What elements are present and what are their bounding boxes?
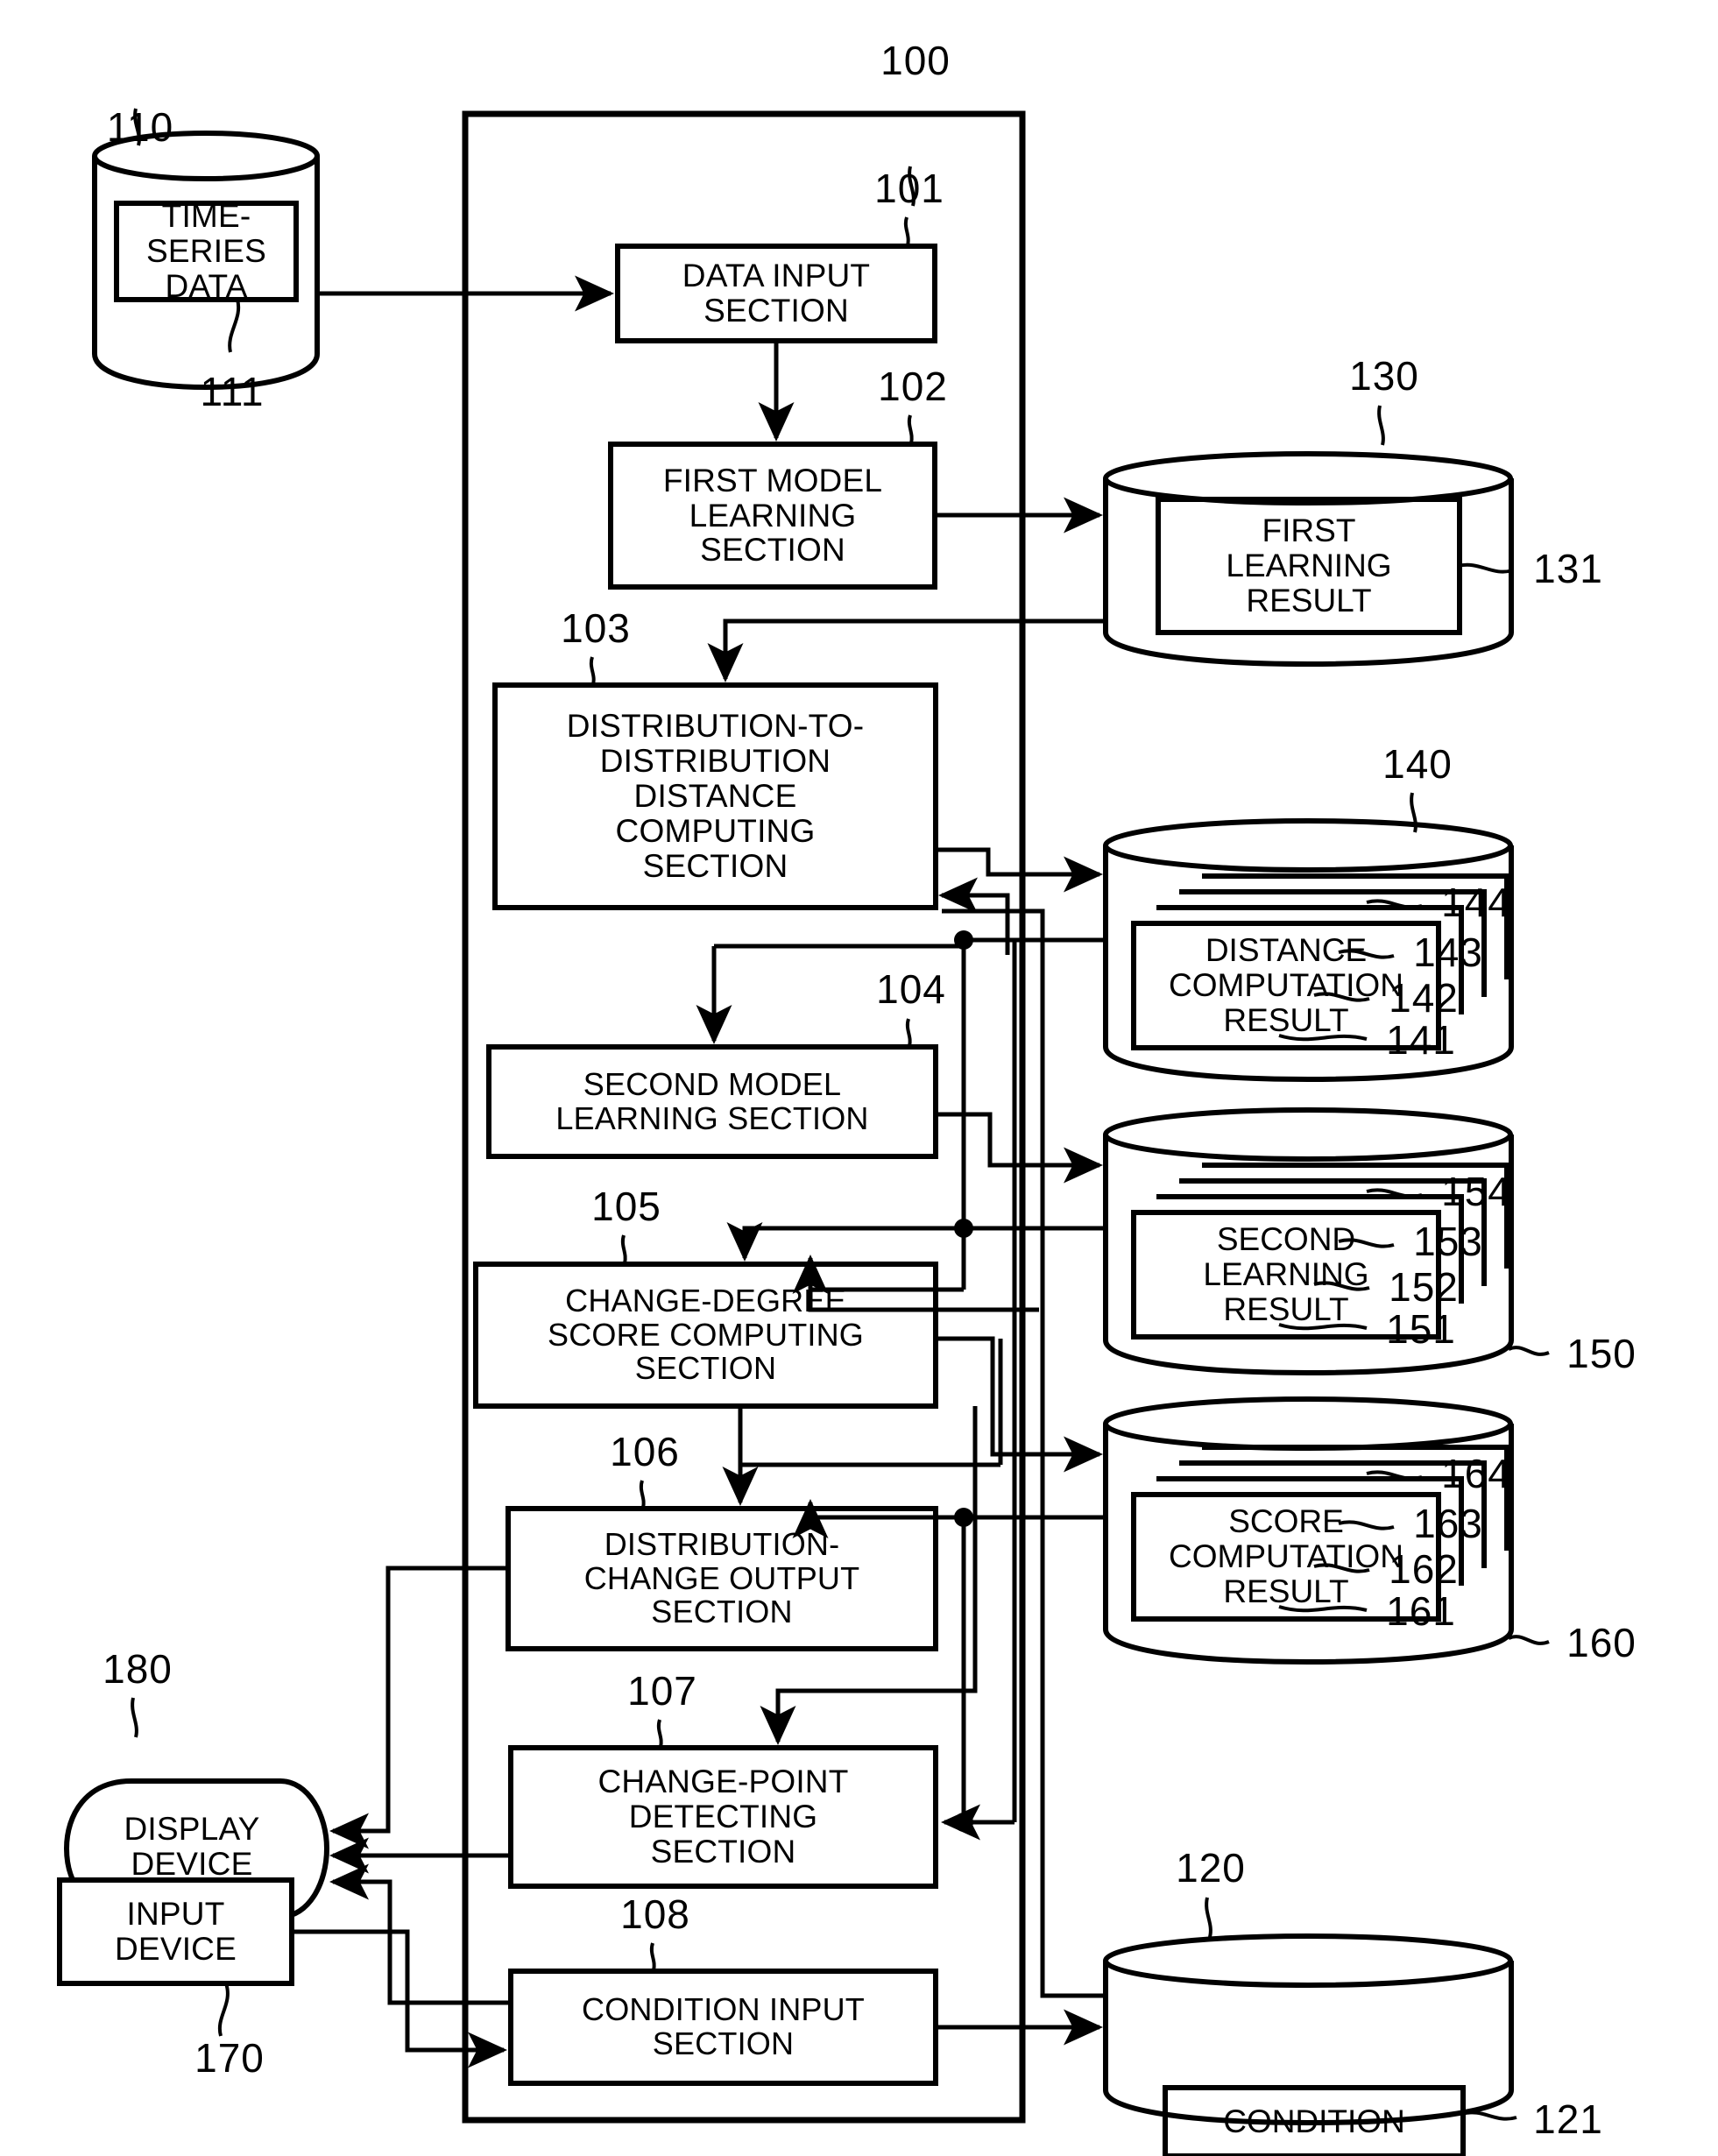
ref-154: 154: [1441, 1169, 1511, 1215]
cylinder-160-top: [1103, 1396, 1513, 1451]
leader-101: [903, 216, 910, 246]
leader-130: [1377, 405, 1385, 446]
ref-180: 180: [103, 1646, 173, 1693]
box-101-label: DATA INPUT SECTION: [682, 258, 871, 329]
store-151-label: SECOND LEARNING RESULT: [1203, 1221, 1369, 1327]
figure-canvas: 110 111 100 101 102 103 104 105 106 107 …: [0, 0, 1718, 2156]
cylinder-120-top: [1103, 1933, 1513, 1988]
arrow-105-to-160: [936, 1336, 1104, 1473]
ref-105: 105: [591, 1184, 661, 1230]
cylinder-150-top: [1103, 1107, 1513, 1162]
box-107-label: CHANGE-POINT DETECTING SECTION: [597, 1764, 849, 1870]
ref-102: 102: [878, 364, 948, 410]
ref-101: 101: [874, 166, 944, 212]
box-108-label: CONDITION INPUT SECTION: [582, 1991, 865, 2061]
ref-100: 100: [880, 38, 951, 84]
ref-111: 111: [200, 369, 265, 415]
store-131-label: FIRST LEARNING RESULT: [1226, 512, 1392, 619]
store-111-label: TIME-SERIES DATA: [146, 198, 266, 304]
leader-170: [217, 1983, 230, 2037]
store-141-label: DISTANCE COMPUTATION RESULT: [1169, 932, 1403, 1038]
arrow-103-to-140: [936, 847, 1104, 893]
ref-144: 144: [1441, 880, 1511, 926]
leader-121: [1460, 2110, 1517, 2121]
ref-121: 121: [1533, 2096, 1603, 2143]
leader-180: [131, 1697, 138, 1738]
ref-170: 170: [194, 2035, 265, 2082]
ref-108: 108: [620, 1891, 690, 1938]
input-device-label: INPUT DEVICE: [115, 1896, 237, 1967]
arrow-input-to-108: [292, 1929, 508, 2068]
arrow-150-to-105: [726, 1222, 964, 1262]
leader-131: [1457, 562, 1514, 574]
store-121-label: CONDITION: [1223, 2103, 1405, 2140]
box-106-label: DISTRIBUTION- CHANGE OUTPUT SECTION: [583, 1525, 860, 1630]
arrow-104-to-150: [936, 1112, 1104, 1184]
ref-103: 103: [561, 605, 631, 652]
box-105-label: CHANGE-DEGREE SCORE COMPUTING SECTION: [547, 1282, 864, 1387]
arrow-106-to-display: [329, 1566, 508, 1849]
leader-104: [905, 1018, 912, 1047]
box-104-label: SECOND MODEL LEARNING SECTION: [555, 1065, 869, 1136]
store-161-label: SCORE COMPUTATION RESULT: [1169, 1503, 1403, 1609]
ref-120: 120: [1176, 1845, 1246, 1891]
ref-107: 107: [627, 1668, 697, 1714]
ref-160: 160: [1566, 1620, 1637, 1666]
cylinder-130-top: [1103, 451, 1513, 505]
leader-111: [228, 299, 241, 353]
arrow-130-to-103: [707, 619, 1106, 683]
ref-106: 106: [610, 1429, 680, 1475]
leader-160: [1508, 1635, 1550, 1645]
box-102-label: FIRST MODEL LEARNING SECTION: [662, 462, 883, 569]
cylinder-140-top: [1103, 818, 1513, 873]
leader-108: [649, 1942, 656, 1971]
ref-130: 130: [1349, 353, 1419, 399]
leader-102: [907, 414, 914, 444]
ref-164: 164: [1441, 1451, 1511, 1497]
leader-120: [1205, 1897, 1212, 1938]
leader-150: [1508, 1346, 1550, 1356]
ref-131: 131: [1533, 546, 1603, 592]
leader-103: [589, 656, 596, 685]
ref-140: 140: [1382, 741, 1453, 788]
box-103-label: DISTRIBUTION-TO- DISTRIBUTION DISTANCE C…: [566, 708, 865, 884]
ref-104: 104: [876, 966, 946, 1013]
ref-110: 110: [106, 104, 174, 151]
ref-150: 150: [1566, 1331, 1637, 1377]
leader-106: [639, 1480, 646, 1509]
leader-107: [656, 1719, 663, 1748]
leader-105: [620, 1234, 627, 1264]
arrow-108-to-display: [329, 1863, 511, 2005]
